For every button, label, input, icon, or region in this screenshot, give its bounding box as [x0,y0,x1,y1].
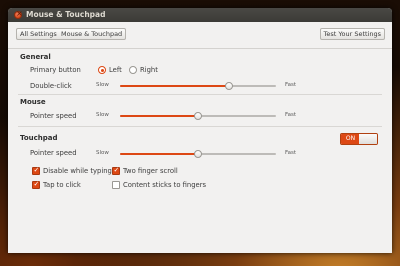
slider-max-label: Fast [284,150,296,156]
slider-max-label: Fast [284,82,296,88]
radio-left[interactable] [98,66,106,74]
touchpad-toggle[interactable]: ON [340,133,378,145]
radio-left-label: Left [109,66,122,74]
disable-while-typing-label: Disable while typing [43,167,112,175]
slider-track[interactable] [120,150,276,158]
primary-button-label: Primary button [30,66,81,74]
slider-min-label: Slow [96,150,109,156]
close-icon[interactable] [14,9,23,19]
slider-handle[interactable] [194,150,202,158]
slider-fill [120,115,198,117]
slider-track[interactable] [120,82,276,90]
test-settings-button[interactable]: Test Your Settings [319,28,385,40]
two-finger-scroll-checkbox[interactable] [112,166,120,175]
toggle-handle[interactable] [359,134,377,144]
disable-while-typing-checkbox[interactable] [32,166,40,175]
breadcrumb-mouse-touchpad[interactable]: Mouse & Touchpad [58,28,127,40]
radio-right[interactable] [129,66,137,74]
double-click-label: Double-click [30,82,72,90]
slider-handle[interactable] [225,82,234,90]
section-mouse-title: Mouse [20,98,46,106]
settings-window: Mouse & Touchpad All Settings Mouse & To… [8,8,392,253]
slider-handle[interactable] [194,112,202,120]
slider-max-label: Fast [284,112,296,118]
slider-min-label: Slow [96,82,109,88]
slider-fill [120,85,230,87]
title-bar: Mouse & Touchpad [8,8,392,22]
divider [18,94,382,95]
radio-right-label: Right [140,66,158,74]
content-sticks-to-fingers-label: Content sticks to fingers [123,181,207,189]
toggle-on-label: ON [341,134,360,144]
slider-fill [120,153,198,155]
mouse-speed-slider[interactable]: Slow Fast [96,111,296,121]
slider-track[interactable] [120,112,276,120]
two-finger-scroll-label: Two finger scroll [123,167,178,175]
all-settings-button[interactable]: All Settings [16,28,61,40]
tap-to-click-checkbox[interactable] [32,180,40,189]
section-general-title: General [20,53,51,61]
mouse-pointer-speed-label: Pointer speed [30,112,77,120]
toolbar: All Settings Mouse & Touchpad Test Your … [8,22,392,49]
touchpad-pointer-speed-label: Pointer speed [30,149,77,157]
content-sticks-to-fingers-checkbox[interactable] [112,181,120,189]
window-title: Mouse & Touchpad [26,10,106,19]
touchpad-speed-slider[interactable]: Slow Fast [96,149,296,159]
double-click-slider[interactable]: Slow Fast [96,81,296,91]
tap-to-click-label: Tap to click [43,181,81,189]
slider-min-label: Slow [96,112,109,118]
divider [18,126,382,127]
section-touchpad-title: Touchpad [20,134,58,142]
